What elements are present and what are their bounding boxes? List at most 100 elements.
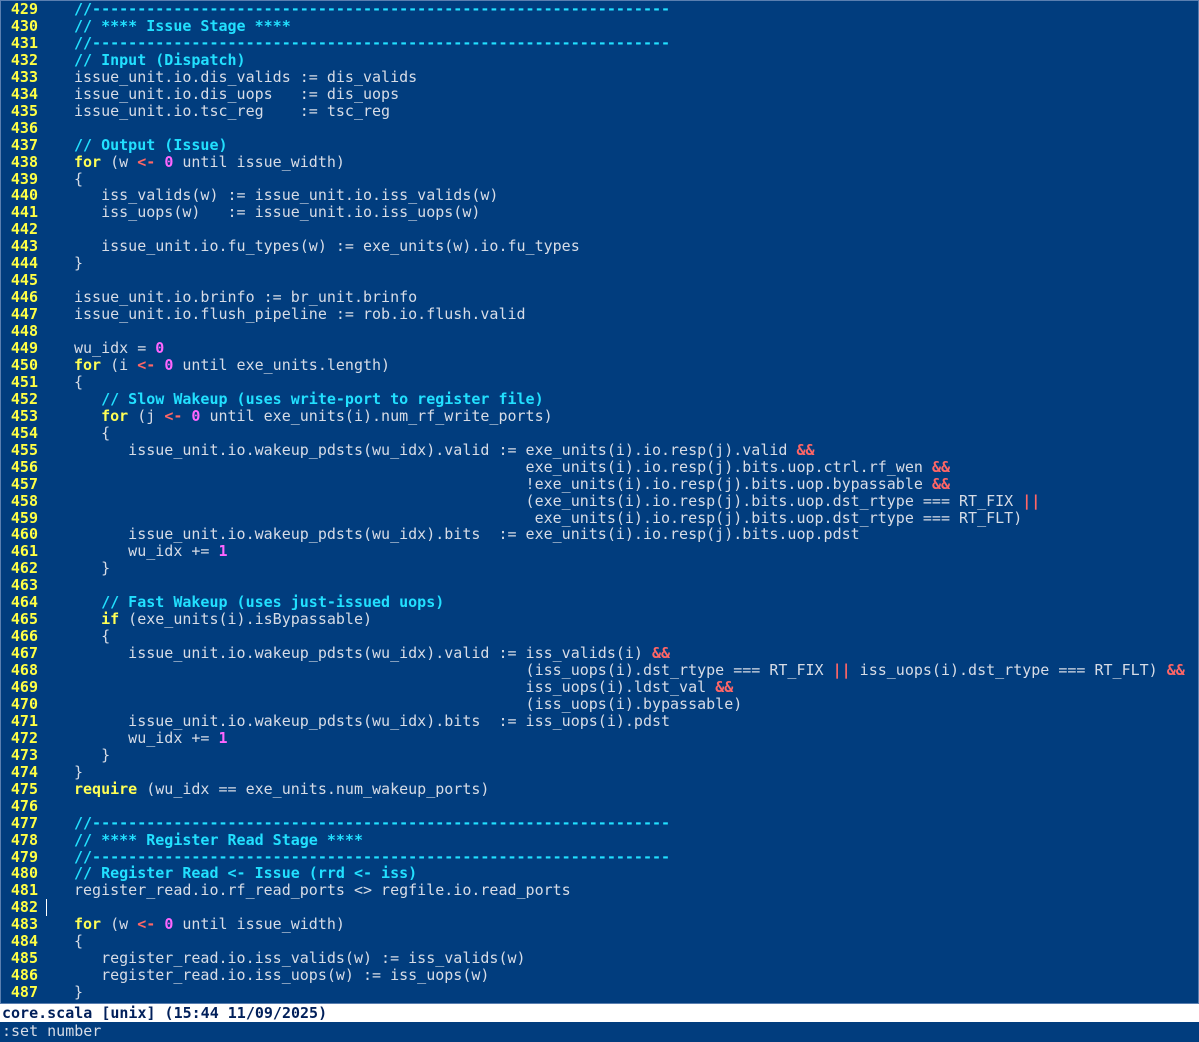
code-line[interactable]: 447 issue_unit.io.flush_pipeline := rob.i…	[1, 306, 526, 323]
code-text: // Output (Issue)	[74, 136, 228, 154]
code-line[interactable]: 469 iss_uops(i).ldst_val &&	[1, 679, 733, 696]
code-line[interactable]: 449 wu_idx = 0	[1, 340, 164, 357]
code-token: {	[74, 627, 111, 646]
code-line[interactable]: 464 // Fast Wakeup (uses just-issued uop…	[1, 594, 444, 611]
code-token: &&	[1166, 661, 1185, 680]
code-line[interactable]: 438 for (w <- 0 until issue_width)	[1, 152, 345, 171]
code-line[interactable]: 462 }	[1, 560, 110, 577]
code-line[interactable]: 458 (exe_units(i).io.resp(j).bits.uop.ds…	[1, 492, 1040, 510]
line-number: 467	[10, 644, 38, 663]
line-number: 455	[10, 440, 38, 459]
code-line[interactable]: 444}	[1, 255, 83, 272]
code-line[interactable]: 473 }	[1, 745, 111, 764]
text-cursor	[46, 899, 47, 917]
line-number: 480	[10, 864, 38, 883]
code-line[interactable]: 460 issue_unit.io.wakeup_pdsts(wu_idx).b…	[1, 526, 860, 543]
code-token: (w	[101, 152, 138, 171]
code-line[interactable]: 436	[1, 119, 74, 137]
code-line[interactable]: 471 issue_unit.io.wakeup_pdsts(wu_idx).b…	[1, 711, 671, 730]
code-line[interactable]: 482	[1, 899, 74, 917]
code-line[interactable]: 446 issue_unit.io.brinfo := br_unit.brinf…	[1, 289, 417, 306]
code-line[interactable]: 448	[1, 323, 74, 340]
code-token: require	[74, 779, 138, 798]
code-line[interactable]: 451 {	[1, 373, 83, 391]
code-line[interactable]: 461 wu_idx += 1	[1, 543, 228, 560]
code-line[interactable]: 480 // Register Read <- Issue (rrd <- iss…	[1, 865, 417, 882]
line-number: 431	[10, 33, 38, 52]
code-text: // **** Register Read Stage ****	[74, 831, 363, 849]
code-line[interactable]: 453 for (j <- 0 until exe_units(i).num_r…	[1, 406, 553, 425]
code-token: &&	[931, 457, 950, 476]
code-line[interactable]: 475 require (wu_idx == exe_units.num_wake…	[1, 779, 490, 798]
code-line[interactable]: 486 register_read.io.iss_uops(w) := iss_…	[1, 967, 490, 984]
code-line[interactable]: 443 issue_unit.io.fu_types(w) := exe_uni…	[1, 238, 580, 255]
code-line[interactable]: 463	[1, 577, 74, 594]
code-text: // Input (Dispatch)	[74, 51, 246, 69]
code-line[interactable]: 434 issue_unit.io.dis_uops := dis_uops	[1, 85, 399, 103]
code-line[interactable]: 465 if (exe_units(i).isBypassable)	[1, 611, 372, 628]
line-number: 438	[10, 152, 38, 171]
code-text: require (wu_idx == exe_units.num_wakeup_…	[74, 779, 489, 798]
code-text: //--------------------------------------…	[74, 848, 670, 866]
code-line[interactable]: 432 // Input (Dispatch)	[1, 51, 246, 69]
code-text: register_read.io.rf_read_ports <> regfil…	[74, 882, 571, 899]
code-line[interactable]: 429 //-----------------------------------…	[1, 1, 670, 18]
code-line[interactable]: 483 for (w <- 0 until issue_width)	[1, 916, 345, 933]
code-token: // Register Read <- Issue (rrd <- iss)	[74, 864, 418, 883]
code-line[interactable]: 484 {	[1, 933, 83, 950]
code-line[interactable]: 440 iss_valids(w) := issue_unit.io.iss_v…	[1, 187, 499, 204]
code-token: //--------------------------------------…	[74, 813, 671, 832]
code-line[interactable]: 454 {	[1, 424, 110, 442]
command-line[interactable]: :set number	[0, 1022, 1199, 1042]
line-number: 481	[10, 881, 38, 900]
code-token: issue_unit.io.wakeup_pdsts(wu_idx).bits …	[74, 711, 671, 730]
code-text: {	[74, 933, 83, 950]
code-line[interactable]: 442	[1, 221, 74, 238]
code-text: issue_unit.io.wakeup_pdsts(wu_idx).valid…	[74, 645, 670, 662]
code-token: exe_units(i).io.resp(j).bits.uop.dst_rty…	[74, 508, 1023, 527]
code-line[interactable]: 435 issue_unit.io.tsc_reg := tsc_reg	[1, 101, 390, 120]
code-token: for	[101, 406, 129, 425]
code-line[interactable]: 441 iss_uops(w) := issue_unit.io.iss_uop…	[1, 204, 480, 221]
code-line[interactable]: 433 issue_unit.io.dis_valids := dis_valid…	[1, 68, 417, 86]
code-line[interactable]: 439 {	[1, 170, 83, 188]
code-token: (w	[101, 915, 138, 934]
code-line[interactable]: 477 //-----------------------------------…	[1, 813, 671, 832]
line-number: 462	[10, 559, 38, 578]
code-line[interactable]: 470 (iss_uops(i).bypassable)	[1, 695, 742, 713]
code-line[interactable]: 479 //-----------------------------------…	[1, 848, 670, 866]
code-text: iss_valids(w) := issue_unit.io.iss_valid…	[74, 187, 498, 204]
code-line[interactable]: 466 {	[1, 628, 110, 645]
code-line[interactable]: 455 issue_unit.io.wakeup_pdsts(wu_idx).v…	[1, 440, 815, 459]
code-line[interactable]: 468 (iss_uops(i).dst_rtype === RT_FIX ||…	[1, 662, 1185, 679]
code-line[interactable]: 467 issue_unit.io.wakeup_pdsts(wu_idx).v…	[1, 645, 670, 662]
code-line[interactable]: 474}	[1, 763, 83, 781]
line-number: 435	[10, 101, 38, 120]
code-line[interactable]: 487}	[1, 984, 83, 1001]
code-text: for (w <- 0 until issue_width)	[74, 916, 345, 933]
code-text: issue_unit.io.dis_uops := dis_uops	[74, 85, 399, 103]
code-line[interactable]: 481 register_read.io.rf_read_ports <> reg…	[1, 882, 571, 899]
code-line[interactable]: 485 register_read.io.iss_valids(w) := is…	[1, 950, 526, 967]
code-text: issue_unit.io.wakeup_pdsts(wu_idx).bits …	[74, 526, 860, 543]
code-line[interactable]: 472 wu_idx += 1	[1, 729, 228, 747]
line-number: 477	[10, 813, 38, 832]
code-line[interactable]: 450 for (i <- 0 until exe_units.length)	[1, 356, 390, 374]
code-text: for (w <- 0 until issue_width)	[74, 152, 345, 171]
code-line[interactable]: 431 //-----------------------------------…	[1, 33, 670, 52]
code-token: issue_unit.io.wakeup_pdsts(wu_idx).bits …	[74, 525, 860, 544]
code-line[interactable]: 457 !exe_units(i).io.resp(j).bits.uop.by…	[1, 474, 950, 493]
code-token: }	[74, 745, 111, 764]
code-line[interactable]: 456 exe_units(i).io.resp(j).bits.uop.ctr…	[1, 457, 950, 476]
code-line[interactable]: 437 // Output (Issue)	[1, 136, 228, 154]
code-token: &&	[931, 474, 950, 493]
code-text: issue_unit.io.wakeup_pdsts(wu_idx).bits …	[74, 711, 671, 730]
editor-pane[interactable]: 429 //-----------------------------------…	[0, 0, 1199, 1004]
code-line[interactable]: 445	[1, 272, 74, 289]
code-line[interactable]: 430 // **** Issue Stage ****	[1, 17, 291, 35]
code-line[interactable]: 452 // Slow Wakeup (uses write-port to r…	[1, 390, 544, 408]
code-line[interactable]: 478 // **** Register Read Stage ****	[1, 831, 363, 849]
line-number: 444	[10, 254, 38, 273]
code-line[interactable]: 476	[1, 797, 74, 815]
code-line[interactable]: 459 exe_units(i).io.resp(j).bits.uop.dst…	[1, 508, 1023, 527]
